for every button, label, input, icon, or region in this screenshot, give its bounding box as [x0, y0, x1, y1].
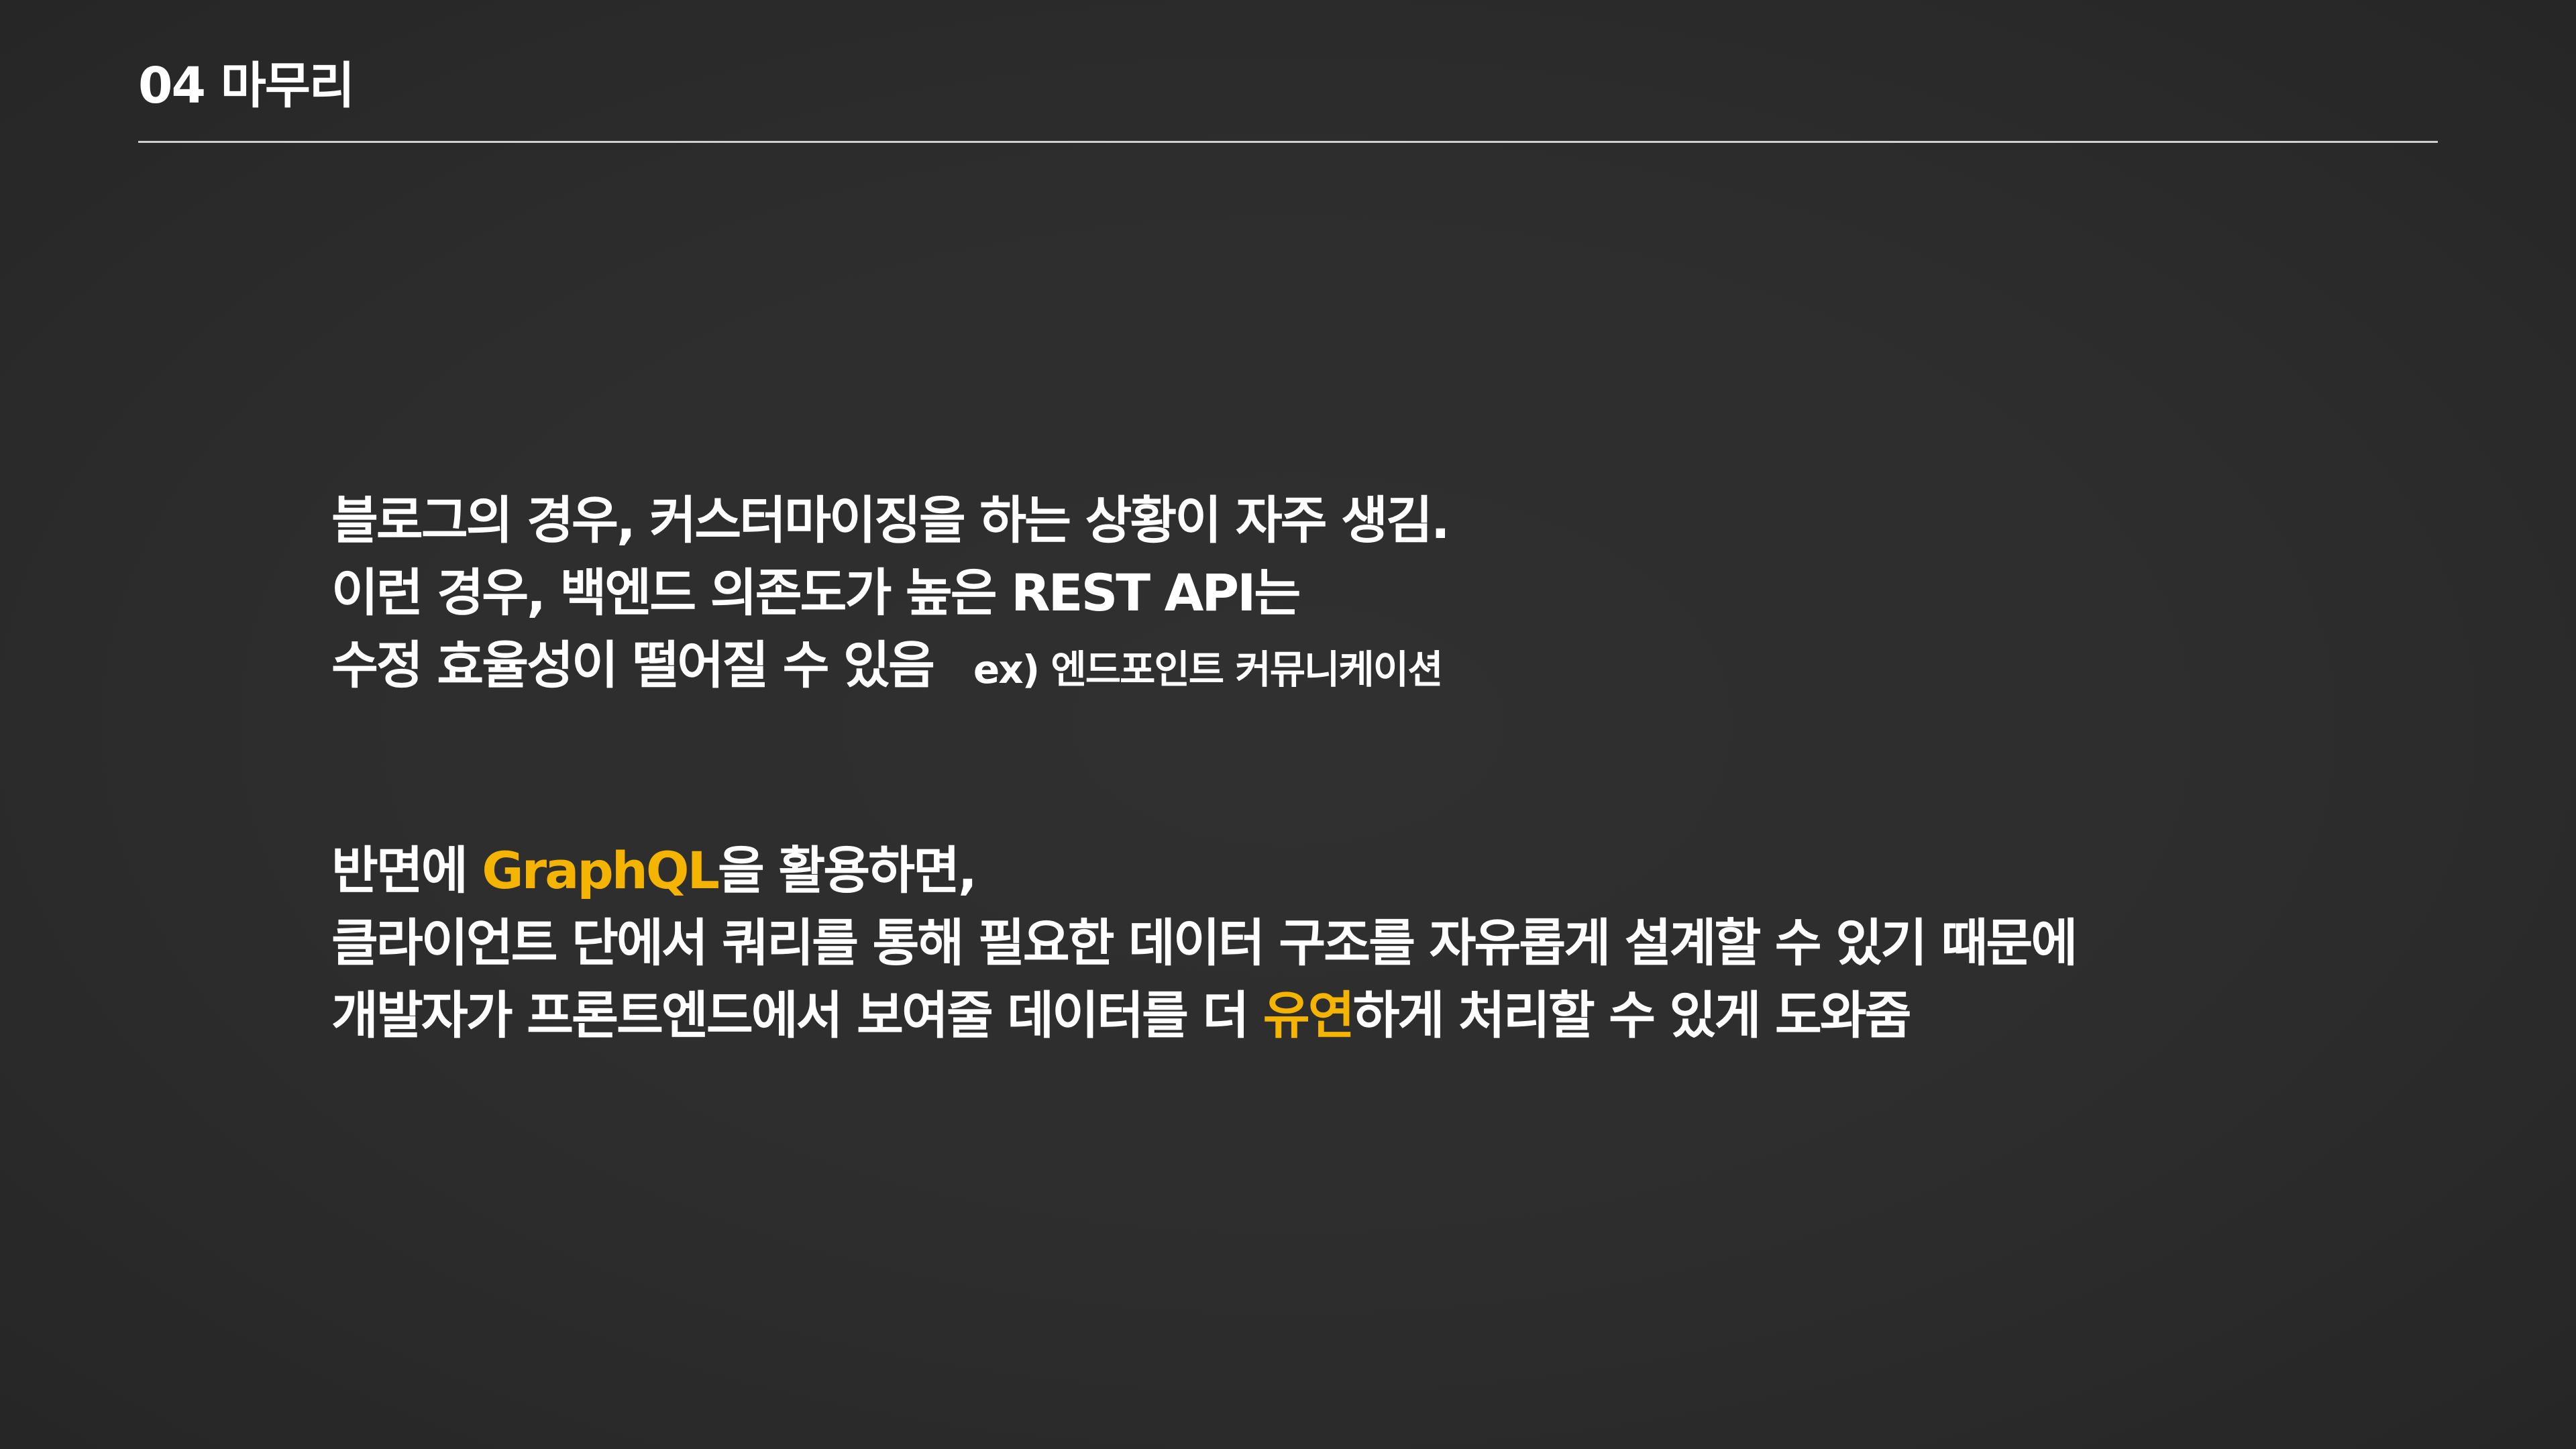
paragraph-text: 하게 처리할 수 있게 도와줌 — [1352, 985, 1912, 1045]
header-divider — [138, 141, 2438, 143]
example-note: ex) 엔드포인트 커뮤니케이션 — [973, 647, 1444, 692]
graphql-paragraph: 반면에 GraphQL을 활용하면, 클라이언트 단에서 쿼리를 통해 필요한 … — [331, 835, 2078, 1052]
highlight-graphql: GraphQL — [482, 841, 720, 900]
paragraph-line-text: 수정 효율성이 떨어질 수 있음 — [331, 635, 935, 695]
paragraph-line: 수정 효율성이 떨어질 수 있음 ex) 엔드포인트 커뮤니케이션 — [331, 629, 1448, 706]
paragraph-line: 반면에 GraphQL을 활용하면, — [331, 835, 2076, 907]
highlight-flexible: 유연 — [1263, 985, 1355, 1045]
paragraph-line: 블로그의 경우, 커스터마이징을 하는 상황이 자주 생김. — [331, 490, 1450, 550]
paragraph-line: 이런 경우, 백엔드 의존도가 높은 REST API는 — [331, 563, 1301, 623]
paragraph-text: 개발자가 프론트엔드에서 보여줄 데이터를 더 — [331, 985, 1263, 1045]
paragraph-line: 개발자가 프론트엔드에서 보여줄 데이터를 더 유연하게 처리할 수 있게 도와… — [331, 979, 2076, 1052]
rest-api-paragraph: 블로그의 경우, 커스터마이징을 하는 상황이 자주 생김. 이런 경우, 백엔… — [331, 484, 1450, 706]
paragraph-text: 을 활용하면, — [717, 841, 977, 900]
slide: 04 마무리 블로그의 경우, 커스터마이징을 하는 상황이 자주 생김. 이런… — [0, 0, 2576, 1449]
paragraph-line: 클라이언트 단에서 쿼리를 통해 필요한 데이터 구조를 자유롭게 설계할 수 … — [331, 913, 2078, 973]
paragraph-text: 반면에 — [331, 841, 482, 900]
section-title: 04 마무리 — [138, 57, 355, 115]
